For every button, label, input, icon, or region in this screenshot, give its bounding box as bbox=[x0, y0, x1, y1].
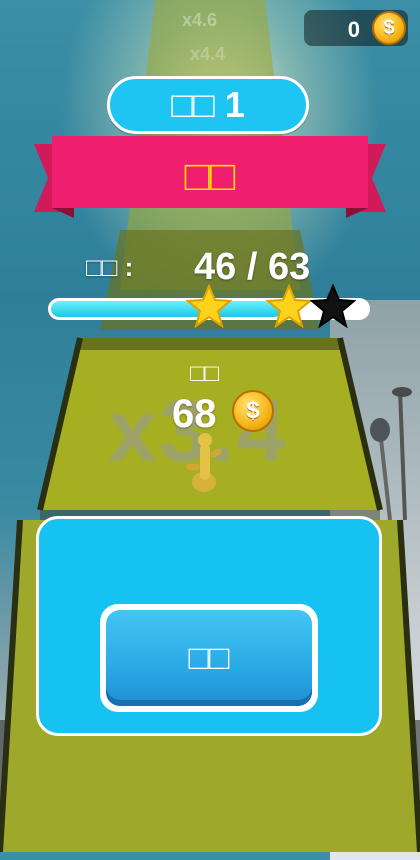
next-button[interactable]: □□ bbox=[100, 604, 318, 712]
banner-title: □□ bbox=[184, 152, 236, 199]
star-empty-icon bbox=[310, 284, 356, 328]
character-figure bbox=[186, 433, 222, 492]
coin-icon: $ bbox=[232, 390, 274, 432]
track-marker: x4.4 bbox=[190, 44, 225, 64]
star-icon bbox=[266, 284, 312, 328]
reward-label: □□ bbox=[190, 360, 219, 387]
result-banner: □□ bbox=[34, 136, 386, 220]
track-marker: x4.6 bbox=[182, 10, 217, 30]
level-indicator: □□ 1 bbox=[107, 76, 309, 134]
next-button-label[interactable]: □□ bbox=[100, 604, 318, 712]
progress-fill bbox=[51, 301, 282, 317]
coin-count: 0 bbox=[347, 17, 360, 42]
progress-value: 46 / 63 bbox=[194, 246, 311, 288]
coin-icon: $ bbox=[372, 11, 406, 45]
coin-counter: 0 $ bbox=[304, 10, 408, 46]
progress-label: □□ : bbox=[86, 252, 134, 282]
star-icon bbox=[186, 284, 232, 328]
